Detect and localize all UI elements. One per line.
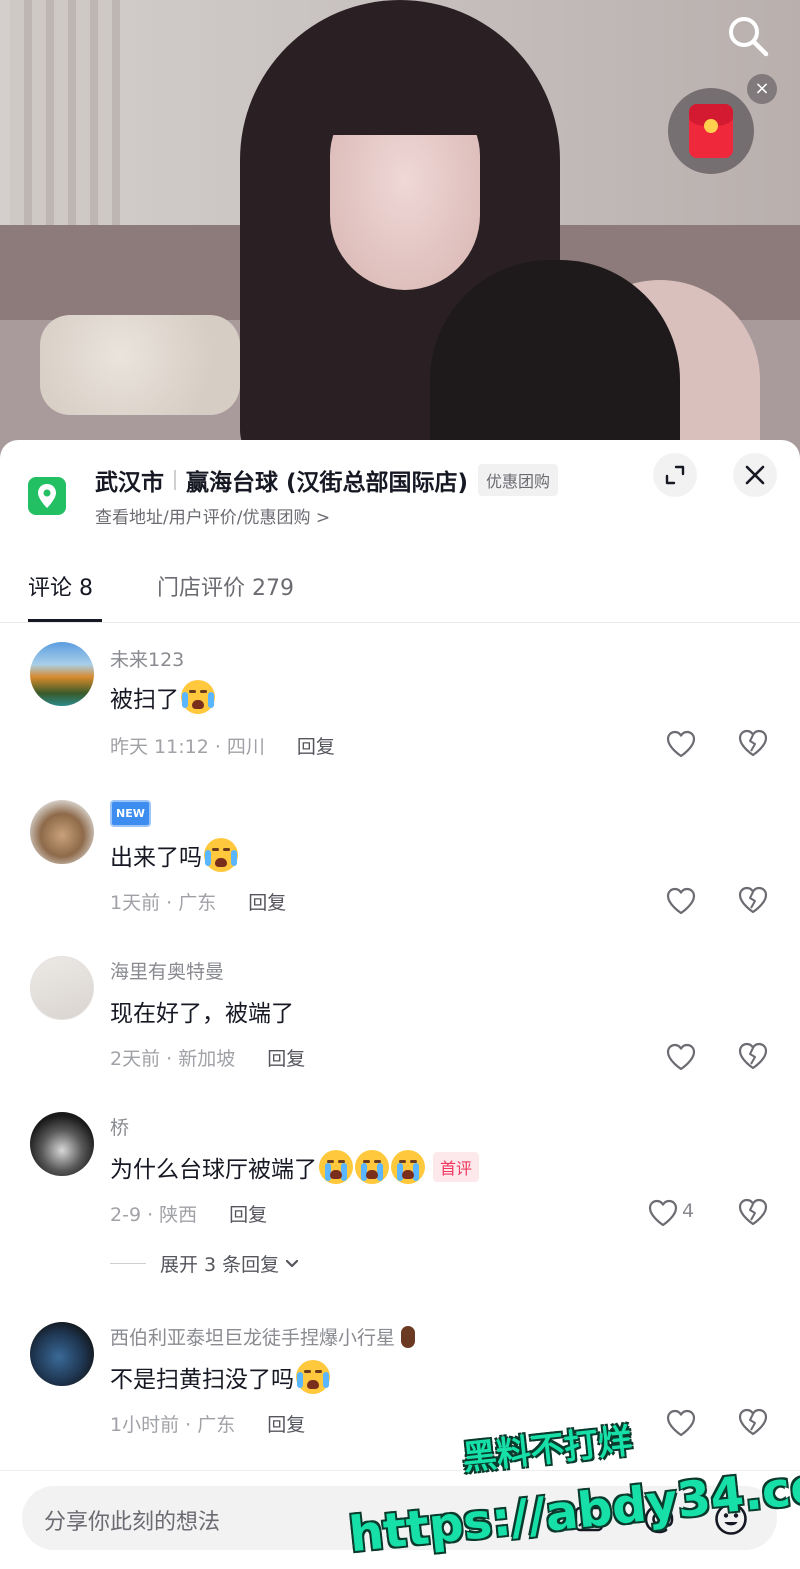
close-icon [745, 465, 765, 485]
laugh-cry-emoji-icon [296, 1360, 330, 1394]
comment-meta: 2天前 · 新加坡 回复 [110, 1044, 305, 1071]
location-pin-icon [28, 477, 66, 515]
comment-input[interactable]: 分享你此刻的想法 [22, 1486, 777, 1550]
comment-text-content: 出来了吗 [110, 845, 202, 871]
comment-text: 出来了吗 [110, 838, 238, 872]
tab-bar: 评论 8 门店评价 279 [0, 550, 800, 623]
comment-text-content: 不是扫黄扫没了吗 [110, 1367, 294, 1393]
image-icon[interactable] [570, 1500, 608, 1538]
comment-text-content: 现在好了，被端了 [110, 1001, 294, 1027]
expand-icon [665, 465, 685, 485]
red-packet-button[interactable] [668, 88, 754, 174]
broken-heart-icon[interactable] [738, 1198, 768, 1228]
comment-meta: 昨天 11:12 · 四川 回复 [110, 732, 335, 759]
comment-text: 现在好了，被端了 [110, 994, 294, 1028]
poi-separator [174, 470, 176, 490]
tab-comments[interactable]: 评论 8 [28, 570, 93, 602]
reply-button[interactable]: 回复 [297, 732, 335, 759]
cockroach-icon [401, 1325, 416, 1348]
search-icon[interactable] [724, 12, 772, 60]
poi-deal-tag: 优惠团购 [478, 464, 559, 496]
expand-replies-label: 展开 3 条回复 [160, 1254, 280, 1276]
comment-meta: 2-9 · 陕西 回复 [110, 1200, 267, 1227]
expand-replies-button[interactable]: 展开 3 条回复 [110, 1250, 301, 1277]
comment-username-text: 西伯利亚泰坦巨龙徒手捏爆小行星 [110, 1327, 396, 1349]
loud-cry-emoji-icon [355, 1150, 389, 1184]
comment-item[interactable]: 未来123 被扫了 昨天 11:12 · 四川 回复 [0, 640, 800, 780]
comment-text-content: 被扫了 [110, 687, 179, 713]
reply-button[interactable]: 回复 [229, 1200, 267, 1227]
heart-icon[interactable] [666, 886, 696, 916]
broken-heart-icon[interactable] [738, 729, 768, 759]
loud-cry-emoji-icon [391, 1150, 425, 1184]
poi-header[interactable]: 武汉市 赢海台球 (汉街总部国际店) 优惠团购 查看地址/用户评价/优惠团购 > [0, 440, 800, 540]
poi-shop-name: 赢海台球 (汉街总部国际店) [186, 470, 469, 496]
comment-time-location: 1天前 · 广东 [110, 892, 217, 914]
comment-meta: 1天前 · 广东 回复 [110, 888, 286, 915]
comment-time-location: 昨天 11:12 · 四川 [110, 736, 265, 758]
comment-username[interactable]: 桥 [110, 1113, 129, 1140]
comment-item[interactable]: 海里有奥特曼 现在好了，被端了 2天前 · 新加坡 回复 [0, 954, 800, 1094]
expand-button[interactable] [653, 453, 697, 497]
comment-text-content: 为什么台球厅被端了 [110, 1157, 317, 1183]
comment-text: 为什么台球厅被端了 首评 [110, 1150, 480, 1184]
like-count: 4 [682, 1200, 695, 1222]
poi-subtitle-link[interactable]: 查看地址/用户评价/优惠团购 > [95, 503, 330, 528]
reply-button[interactable]: 回复 [267, 1410, 305, 1437]
new-user-badge: NEW [110, 800, 151, 827]
comment-username[interactable]: 西伯利亚泰坦巨龙徒手捏爆小行星 [110, 1323, 416, 1350]
video-player[interactable] [0, 0, 800, 470]
comment-item[interactable]: NEW 出来了吗 1天前 · 广东 回复 [0, 798, 800, 938]
tab-active-indicator [28, 619, 102, 622]
comment-time-location: 1小时前 · 广东 [110, 1414, 236, 1436]
comment-sheet: 武汉市 赢海台球 (汉街总部国际店) 优惠团购 查看地址/用户评价/优惠团购 >… [0, 440, 800, 1569]
cat-avatar[interactable] [30, 800, 94, 864]
heart-icon[interactable] [666, 1042, 696, 1072]
landscape-avatar[interactable] [30, 642, 94, 706]
red-packet-icon [689, 104, 733, 158]
loud-cry-emoji-icon [319, 1150, 353, 1184]
comment-time-location: 2天前 · 新加坡 [110, 1048, 236, 1070]
close-button[interactable] [733, 453, 777, 497]
reply-button[interactable]: 回复 [248, 888, 286, 915]
comment-text: 被扫了 [110, 680, 215, 714]
comment-meta: 1小时前 · 广东 回复 [110, 1410, 305, 1437]
comment-username[interactable]: 海里有奥特曼 [110, 957, 224, 984]
anime-avatar[interactable] [30, 1112, 94, 1176]
laugh-cry-emoji-icon [204, 838, 238, 872]
heart-icon[interactable] [666, 1408, 696, 1438]
laugh-cry-emoji-icon [181, 680, 215, 714]
first-comment-tag: 首评 [433, 1152, 480, 1182]
video-curtain [10, 0, 120, 230]
broken-heart-icon[interactable] [738, 1042, 768, 1072]
paper-avatar[interactable] [30, 956, 94, 1020]
comment-text: 不是扫黄扫没了吗 [110, 1360, 330, 1394]
comment-item[interactable]: 桥 为什么台球厅被端了 首评 2-9 · 陕西 回复 4 展开 3 条回复 [0, 1110, 800, 1290]
heart-icon[interactable] [648, 1198, 678, 1228]
heart-icon[interactable] [666, 729, 696, 759]
chevron-down-icon [286, 1259, 299, 1267]
broken-heart-icon[interactable] [738, 886, 768, 916]
red-packet-close-icon[interactable]: × [747, 74, 777, 104]
comment-time-location: 2-9 · 陕西 [110, 1204, 198, 1226]
emoji-icon[interactable] [712, 1500, 750, 1538]
car-avatar[interactable] [30, 1322, 94, 1386]
poi-city: 武汉市 [95, 470, 164, 496]
expand-replies-line [110, 1263, 146, 1264]
comment-input-placeholder: 分享你此刻的想法 [44, 1510, 221, 1535]
broken-heart-icon[interactable] [738, 1408, 768, 1438]
poi-title[interactable]: 武汉市 赢海台球 (汉街总部国际店) 优惠团购 [95, 462, 559, 498]
reply-button[interactable]: 回复 [267, 1044, 305, 1071]
comment-username[interactable]: 未来123 [110, 645, 184, 672]
comment-item[interactable]: 西伯利亚泰坦巨龙徒手捏爆小行星 不是扫黄扫没了吗 1小时前 · 广东 回复 [0, 1320, 800, 1460]
video-pillow [40, 315, 240, 415]
at-mention-icon[interactable] [640, 1500, 678, 1538]
tab-store-reviews[interactable]: 门店评价 279 [157, 570, 294, 602]
comment-input-bar: 分享你此刻的想法 [0, 1470, 800, 1569]
